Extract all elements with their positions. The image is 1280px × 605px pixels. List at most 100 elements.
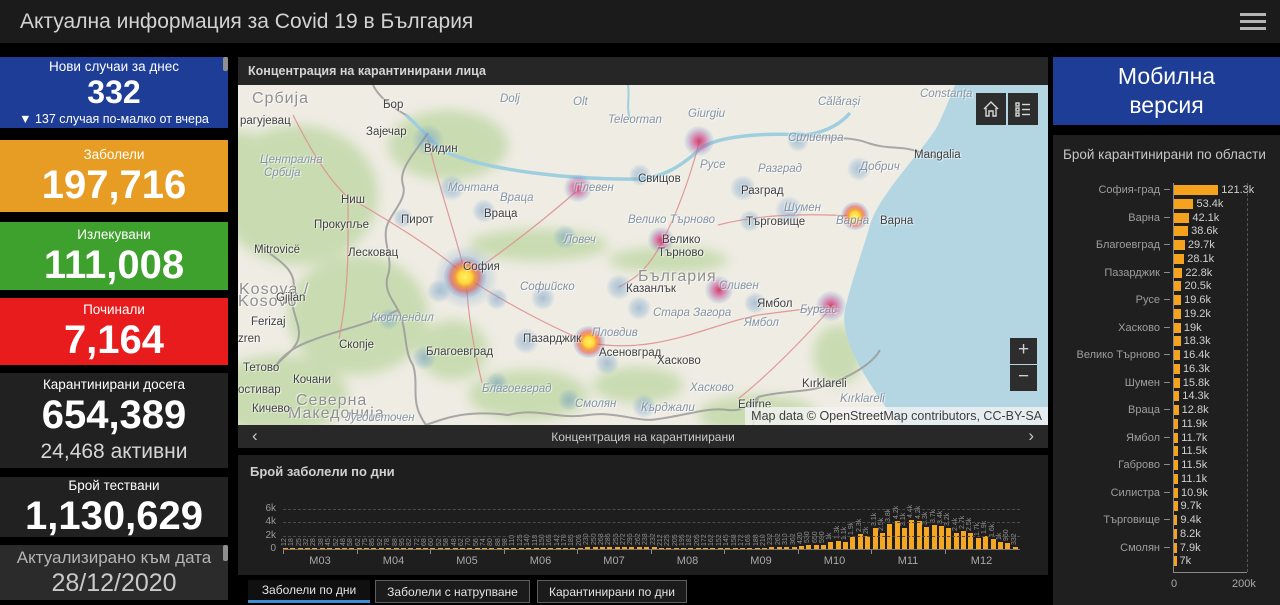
region-bar[interactable]: [1174, 226, 1188, 236]
daily-bar[interactable]: [932, 525, 937, 549]
carousel-next-icon[interactable]: ›: [1020, 425, 1042, 448]
map-panel: Концентрация на карантинирани лица: [238, 57, 1048, 448]
scrollbar-thumb[interactable]: [223, 545, 228, 561]
zoom-in-button[interactable]: +: [1010, 338, 1037, 364]
legend-button[interactable]: [1008, 93, 1038, 125]
daily-bar[interactable]: [983, 536, 988, 549]
x-axis-label: M11: [886, 555, 930, 567]
menu-icon[interactable]: [1240, 13, 1266, 32]
region-value: 9.7k: [1181, 500, 1202, 512]
daily-bar-label: 2k: [863, 526, 870, 533]
region-bar[interactable]: [1174, 543, 1177, 553]
mobile-version-line2: версия: [1129, 91, 1203, 120]
left-panel: Нови случаи за днес332▼ 137 случая по-ма…: [0, 57, 233, 605]
gridline: [283, 509, 1020, 510]
tab-3[interactable]: Карантинирани по дни: [537, 580, 687, 603]
region-value: 16.4k: [1183, 349, 1210, 361]
map-label: Бургас: [800, 304, 837, 316]
map-attribution: Map data © OpenStreetMap contributors, C…: [745, 407, 1048, 425]
regions-chart-panel: Брой карантинирани по области София-град…: [1053, 135, 1280, 605]
carousel-label: Концентрация на карантинирани: [551, 430, 735, 444]
daily-bar-label: 3.7k: [930, 509, 937, 522]
region-bar[interactable]: [1174, 501, 1178, 511]
region-bar[interactable]: [1174, 295, 1181, 305]
map-label: Шумен: [784, 202, 821, 214]
home-button[interactable]: [976, 93, 1006, 125]
daily-bar-label: 1.7k: [974, 522, 981, 535]
region-bar[interactable]: [1174, 419, 1178, 429]
daily-bar-label: 18: [288, 538, 295, 546]
daily-bar[interactable]: [828, 542, 833, 549]
region-value: 11.5k: [1181, 445, 1207, 457]
region-bar[interactable]: [1174, 364, 1180, 374]
daily-bar[interactable]: [991, 539, 996, 549]
region-bar[interactable]: [1174, 199, 1193, 209]
region-bar[interactable]: [1174, 488, 1178, 498]
region-bar[interactable]: [1174, 185, 1218, 195]
region-bar[interactable]: [1174, 446, 1178, 456]
tab-2[interactable]: Заболели с натрупване: [375, 580, 530, 603]
map-label: остивар: [238, 384, 281, 396]
map-label: Враца: [484, 208, 517, 220]
daily-bar[interactable]: [946, 528, 951, 549]
map-label: Србија: [252, 90, 309, 108]
region-bar[interactable]: [1174, 556, 1177, 566]
region-bar[interactable]: [1174, 240, 1185, 250]
map-label: Кърджали: [641, 402, 695, 414]
x-axis-tick: [430, 550, 431, 554]
region-bar[interactable]: [1174, 309, 1181, 319]
map-label: Хасково: [657, 355, 701, 367]
region-bar[interactable]: [1174, 350, 1180, 360]
scrollbar-thumb[interactable]: [223, 57, 228, 71]
daily-bar[interactable]: [976, 538, 981, 549]
region-bar[interactable]: [1174, 378, 1180, 388]
region-bar[interactable]: [1174, 268, 1182, 278]
x-tick-0: 0: [1171, 578, 1177, 590]
x-axis-label: M10: [813, 555, 857, 567]
daily-bar[interactable]: [873, 528, 878, 549]
region-bar[interactable]: [1174, 405, 1179, 415]
region-label: Смолян: [1055, 542, 1160, 554]
region-bar[interactable]: [1174, 474, 1178, 484]
map-label: Зајечар: [366, 126, 407, 138]
region-label: Варна: [1055, 212, 1160, 224]
x-axis-tick: [651, 550, 652, 554]
region-bar[interactable]: [1174, 213, 1189, 223]
region-value: 20.5k: [1184, 280, 1211, 292]
daily-bar-label: 48: [451, 538, 458, 546]
stat-card-title: Карантинирани досега: [0, 377, 228, 392]
region-bar[interactable]: [1174, 391, 1179, 401]
map-label: Смолян: [575, 398, 616, 410]
region-bar[interactable]: [1174, 460, 1178, 470]
daily-bar[interactable]: [961, 531, 966, 549]
daily-bar[interactable]: [836, 541, 841, 549]
region-bar[interactable]: [1174, 281, 1181, 291]
daily-bar[interactable]: [902, 528, 907, 549]
region-bar[interactable]: [1174, 336, 1181, 346]
daily-bar-label: 78: [384, 538, 391, 546]
tab-1[interactable]: Заболели по дни: [248, 580, 370, 603]
region-bar[interactable]: [1174, 433, 1178, 443]
x-axis-label: M04: [372, 555, 416, 567]
category-tick: [1164, 189, 1170, 190]
daily-bar[interactable]: [843, 542, 848, 549]
mobile-version-button[interactable]: Мобилна версия: [1053, 57, 1280, 125]
daily-bar[interactable]: [909, 520, 914, 549]
region-bar[interactable]: [1174, 529, 1177, 539]
region-bar[interactable]: [1174, 254, 1184, 264]
region-bar[interactable]: [1174, 515, 1177, 525]
daily-bar[interactable]: [924, 527, 929, 549]
zoom-out-button[interactable]: −: [1010, 365, 1037, 391]
region-bar[interactable]: [1174, 323, 1181, 333]
daily-bar[interactable]: [939, 526, 944, 549]
map[interactable]: СрбијарагујевацБорЗајечарВидинDoljOltTel…: [238, 85, 1048, 425]
x-axis-tick: [798, 550, 799, 554]
region-value: 42.1k: [1192, 212, 1219, 224]
stat-card-value: 1,130,629: [0, 495, 228, 537]
daily-bar[interactable]: [865, 536, 870, 549]
carousel-prev-icon[interactable]: ‹: [244, 425, 266, 448]
daily-bar[interactable]: [850, 537, 855, 549]
daily-bar-label: 2.5k: [966, 517, 973, 530]
map-label: Разград: [758, 163, 802, 175]
daily-bar[interactable]: [998, 542, 1003, 549]
